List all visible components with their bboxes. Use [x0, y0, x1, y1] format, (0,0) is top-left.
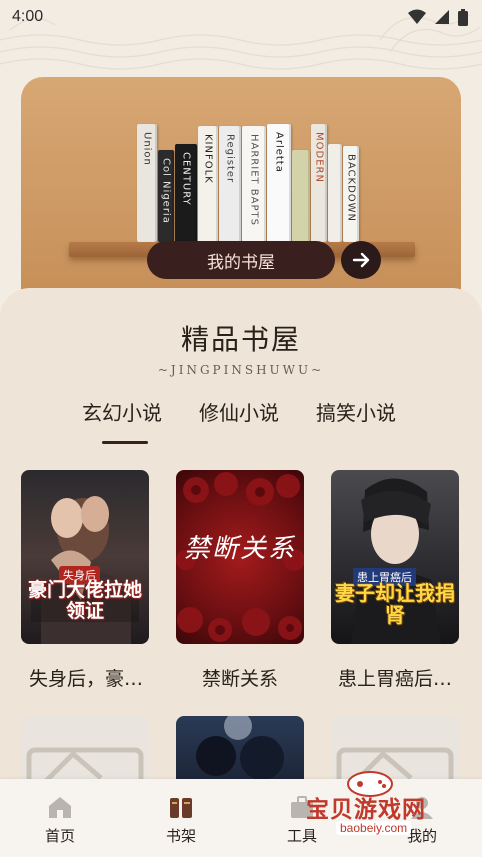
book-cover-placeholder[interactable]: [21, 716, 149, 786]
shelf-book-title: BACKDOWN: [345, 154, 357, 223]
watermark: 宝贝游戏网 baobeiy.com: [300, 768, 460, 848]
watermark-domain: baobeiy.com: [336, 821, 412, 835]
book-cover[interactable]: [176, 716, 304, 786]
status-icons: [408, 8, 468, 26]
shelf-book: Register: [219, 126, 241, 242]
tab-gaoxiao[interactable]: 搞笑小说: [316, 398, 396, 432]
book-cover[interactable]: 患上胃癌后 妻子却让我捐肾: [331, 470, 459, 644]
arrow-right-icon: [352, 252, 370, 268]
book-title[interactable]: 失身后，豪…: [16, 664, 156, 691]
books-icon: [170, 798, 192, 818]
section-subtitle: ~JINGPINSHUWU~: [157, 363, 325, 377]
bookshelf-hero: Union Col Nigeria CENTURY KINFOLK Register HA…: [21, 77, 461, 317]
shelf-book: [328, 144, 342, 242]
nav-home-label: 首页: [44, 827, 75, 845]
shelf-book-title: HARRIET BAPTS: [248, 134, 260, 226]
my-bookshelf-button[interactable]: 我的书屋: [147, 241, 335, 279]
cover-title: 豪门大佬拉她领证: [27, 579, 142, 622]
shelf-book-title: Col Nigeria: [160, 158, 172, 224]
book-cover[interactable]: 禁断关系: [176, 470, 304, 644]
shelf-book: KINFOLK: [198, 126, 218, 242]
shelf-book-title: Register: [224, 134, 236, 184]
shelf-book: BACKDOWN: [343, 146, 359, 242]
shelf-book: HARRIET BAPTS: [242, 126, 266, 242]
status-time: 4:00: [12, 8, 44, 25]
tab-xiuxian[interactable]: 修仙小说: [199, 398, 279, 432]
watermark-text: 宝贝游戏网: [306, 797, 426, 823]
signal-icon: [435, 10, 449, 24]
nav-home[interactable]: 首页: [20, 779, 100, 857]
battery-icon: [458, 8, 468, 26]
arrow-right-button[interactable]: [341, 241, 381, 279]
book-title[interactable]: 患上胃癌后…: [325, 664, 465, 691]
wifi-icon: [408, 9, 426, 24]
shelf-book-title: Arletta: [273, 132, 285, 173]
shelf-book-title: CENTURY: [180, 152, 192, 206]
home-icon: [49, 797, 71, 818]
nav-bookshelf[interactable]: 书架: [141, 779, 221, 857]
shelf-book: Arletta: [267, 124, 291, 242]
image-placeholder-icon: [26, 747, 144, 786]
book-title[interactable]: 禁断关系: [170, 664, 310, 691]
shelf-book: Union: [137, 124, 157, 242]
status-bar: 4:00: [0, 0, 482, 34]
shelf-book: [292, 150, 310, 242]
cover-title: 禁断关系: [184, 534, 297, 564]
cover-art: [196, 716, 284, 780]
shelf-book: MODERN: [311, 124, 327, 242]
shelf-book: Col Nigeria: [158, 150, 174, 242]
shelf-book-title: KINFOLK: [202, 134, 214, 184]
category-tabs: 玄幻小说 修仙小说 搞笑小说: [0, 398, 482, 448]
shelf-book-title: Union: [141, 132, 153, 166]
active-tab-indicator: [102, 441, 148, 444]
section-title: 精品书屋: [180, 323, 301, 356]
nav-bookshelf-label: 书架: [165, 827, 196, 845]
shelf-book-title: MODERN: [313, 132, 325, 183]
shelf-book: CENTURY: [175, 144, 197, 242]
cover-title: 妻子却让我捐肾: [335, 581, 455, 627]
tab-xuanhuan[interactable]: 玄幻小说: [82, 398, 162, 432]
book-cover[interactable]: 失身后 豪门大佬拉她领证: [21, 470, 149, 644]
my-bookshelf-label: 我的书屋: [207, 252, 275, 273]
